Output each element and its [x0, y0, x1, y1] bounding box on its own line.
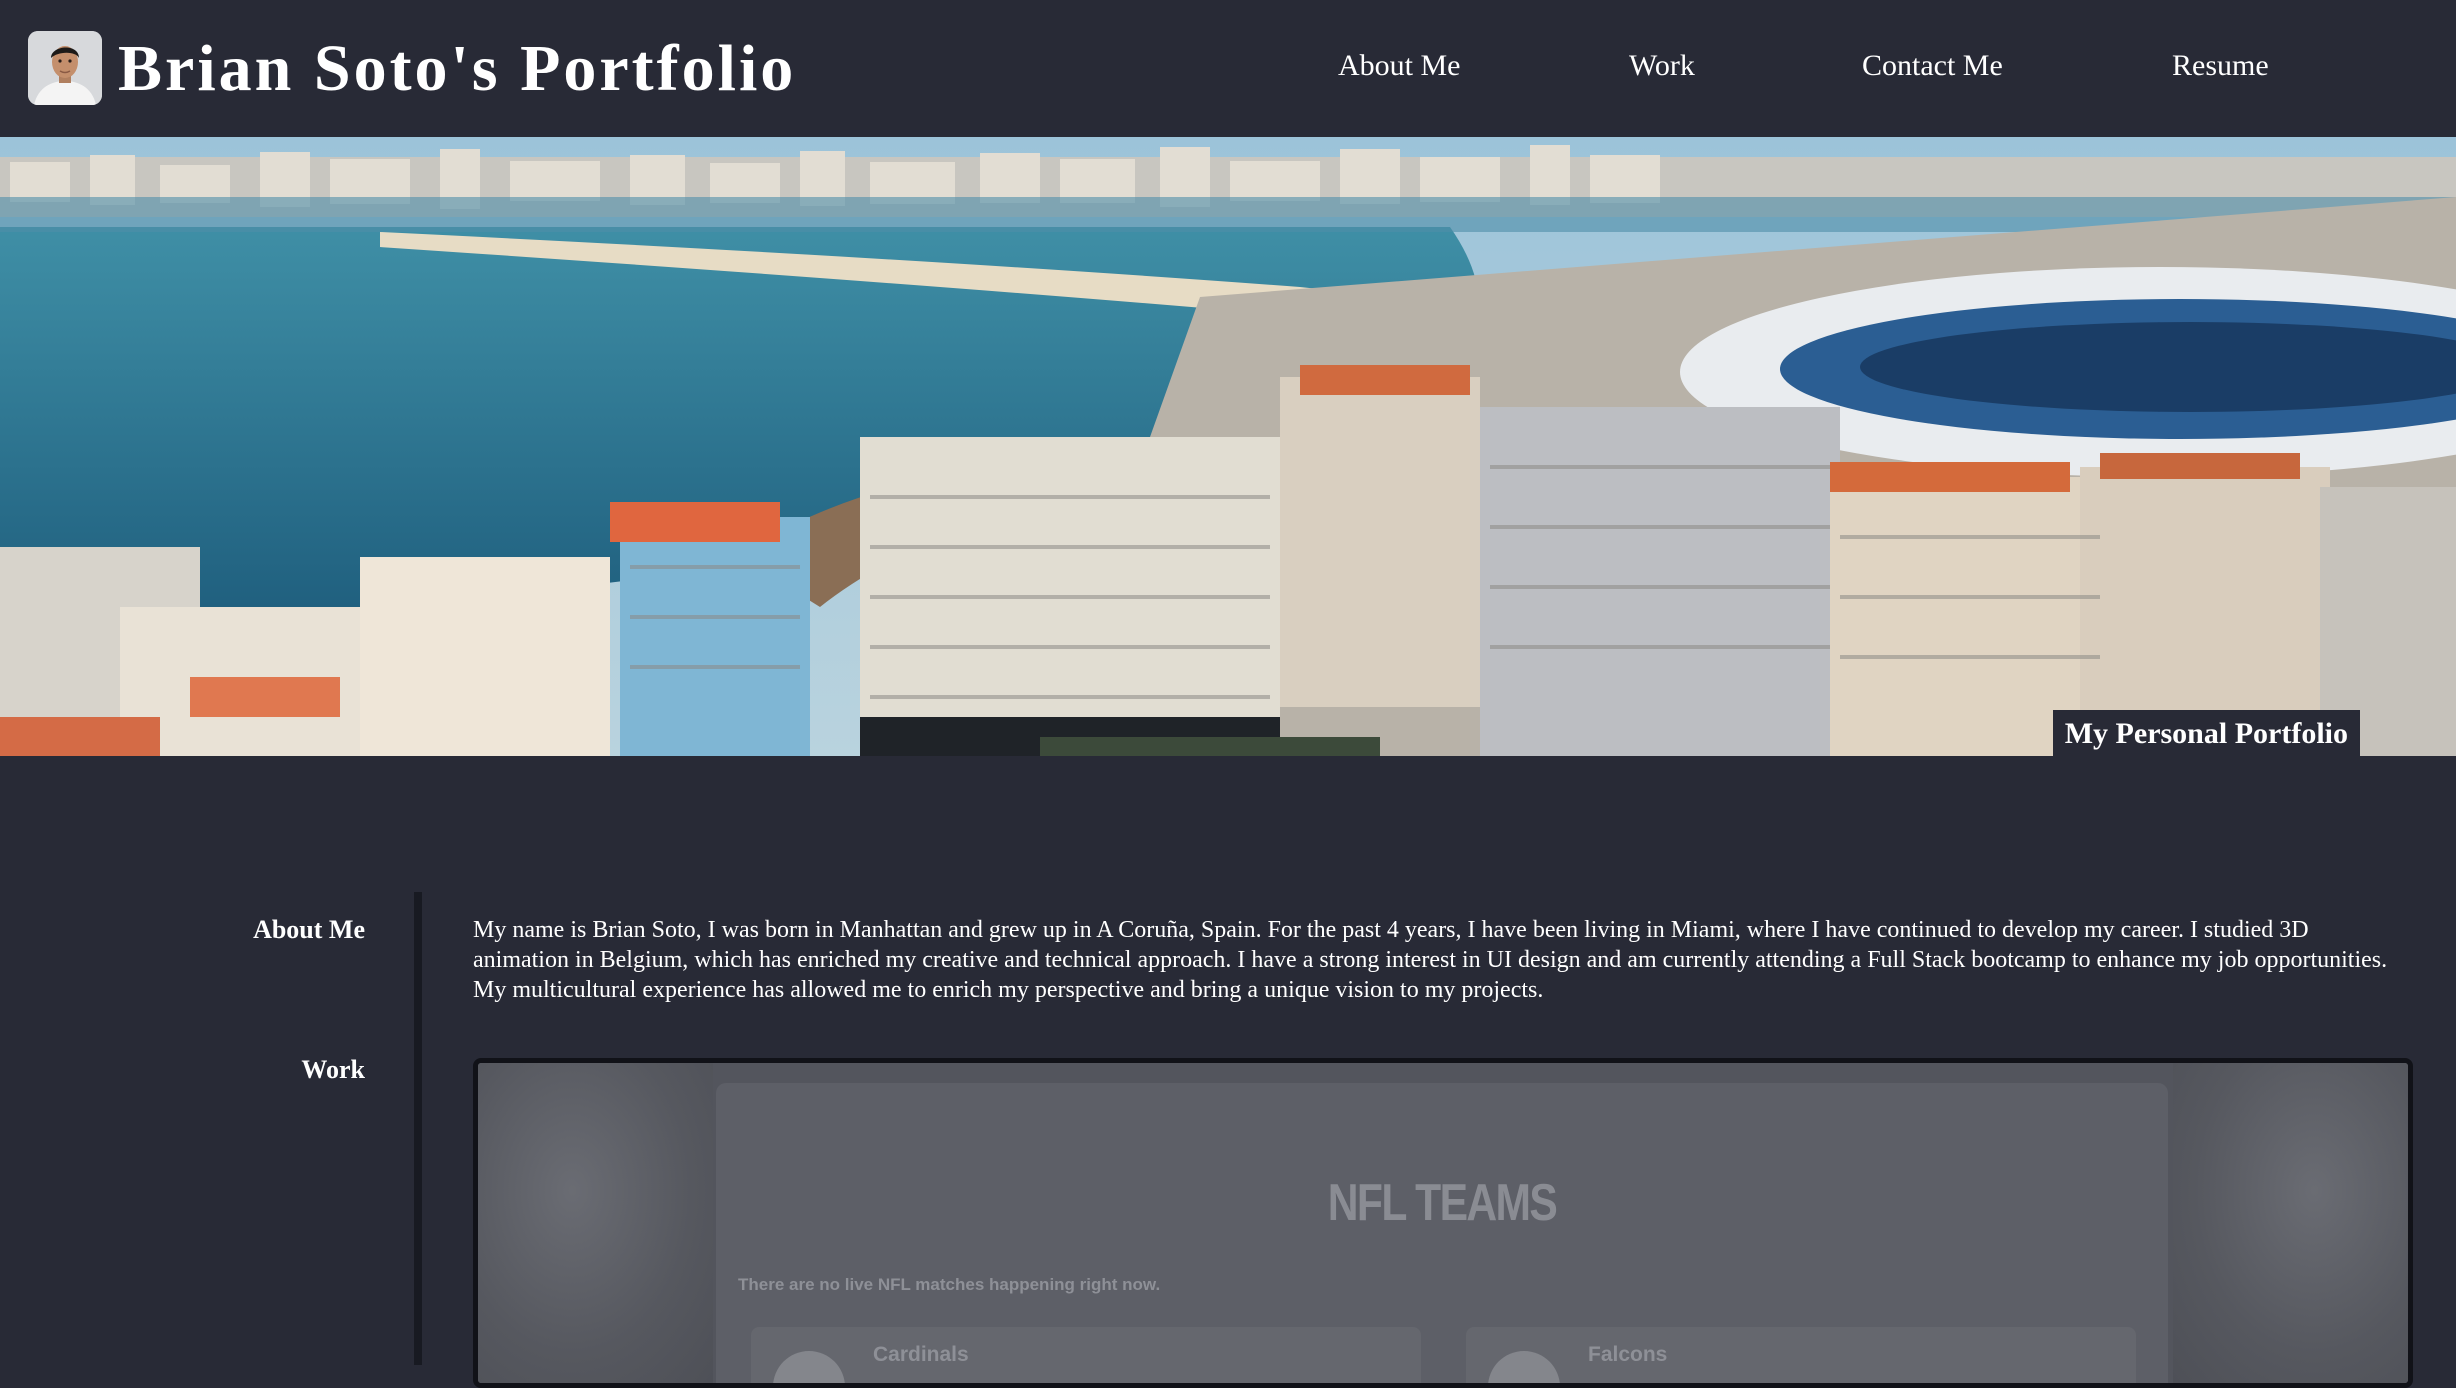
site-title: Brian Soto's Portfolio [118, 32, 797, 105]
hero-caption: My Personal Portfolio [2052, 710, 2360, 756]
side-nav-about-me[interactable]: About Me [253, 915, 365, 945]
nav-work[interactable]: Work [1629, 46, 1695, 86]
nav-about-me[interactable]: About Me [1338, 46, 1461, 86]
preview-title: NFL TEAMS [1327, 1174, 1558, 1232]
team-card-falcons: Falcons [1466, 1327, 2136, 1383]
preview-background-right [2173, 1063, 2408, 1383]
hero-city-image [0, 137, 2456, 756]
nav-resume[interactable]: Resume [2172, 46, 2269, 86]
team-logo-icon [773, 1351, 845, 1383]
team-name: Cardinals [873, 1343, 969, 1366]
hero-banner: My Personal Portfolio [0, 137, 2456, 756]
site-header: Brian Soto's Portfolio About Me Work Con… [0, 0, 2456, 137]
side-nav-work[interactable]: Work [301, 1055, 365, 1085]
nav-contact-me[interactable]: Contact Me [1862, 46, 2003, 86]
preview-background-left [478, 1063, 713, 1383]
preview-note: There are no live NFL matches happening … [738, 1275, 1161, 1294]
avatar [28, 31, 102, 105]
preview-card: NFL TEAMS There are no live NFL matches … [716, 1083, 2168, 1383]
team-logo-icon [1488, 1351, 1560, 1383]
work-project-preview[interactable]: NFL TEAMS There are no live NFL matches … [473, 1058, 2413, 1388]
team-card-cardinals: Cardinals [751, 1327, 1421, 1383]
team-name: Falcons [1588, 1343, 1668, 1366]
section-divider [414, 892, 422, 1365]
about-me-text: My name is Brian Soto, I was born in Man… [473, 917, 2388, 1003]
